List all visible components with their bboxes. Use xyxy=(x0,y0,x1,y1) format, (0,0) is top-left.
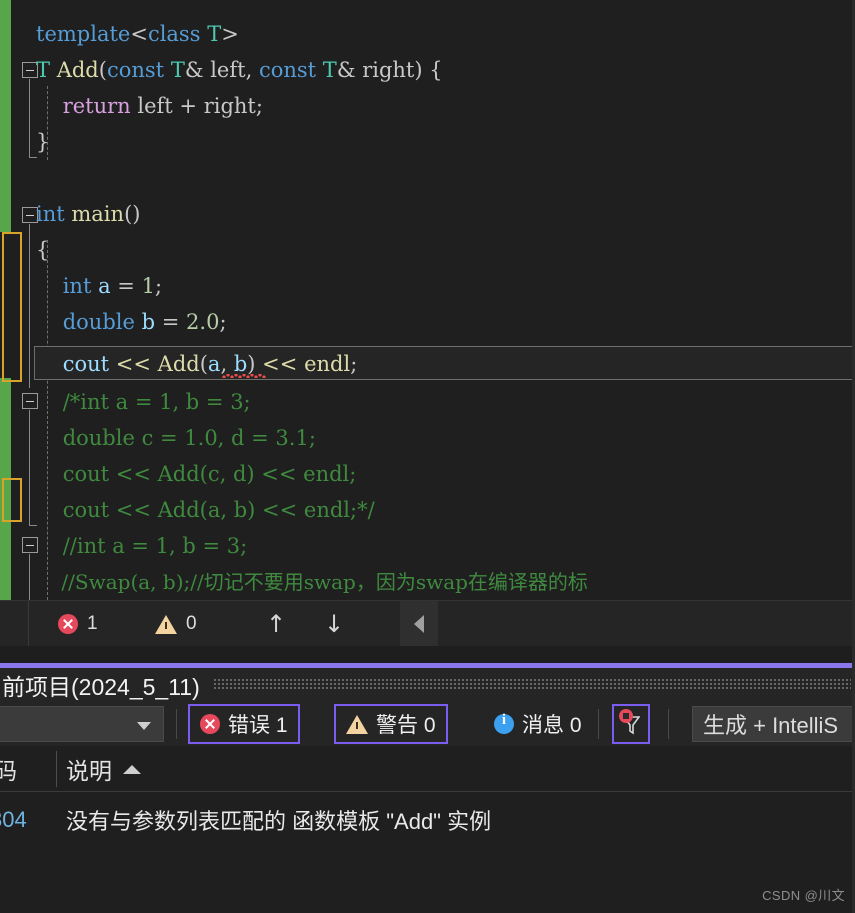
filter-button[interactable] xyxy=(612,704,650,744)
warnings-toggle-button[interactable]: 警告 0 xyxy=(334,704,448,744)
code-line[interactable]: //Swap(a, b);//切记不要用swap，因为swap在编译器的标 xyxy=(0,564,855,600)
error-list-panel-title[interactable]: 前项目(2024_5_11) xyxy=(0,668,855,702)
strip-divider xyxy=(28,601,29,647)
info-circle-icon xyxy=(494,712,514,734)
row-error-code: 304 xyxy=(0,807,27,832)
errors-toggle-button[interactable]: 错误 1 xyxy=(188,704,300,744)
warning-count-label: 0 xyxy=(186,613,197,634)
panel-drag-grip[interactable] xyxy=(213,679,851,691)
code-line[interactable]: //int a = 1, b = 3; xyxy=(0,528,855,564)
warning-count-indicator[interactable]: 0 xyxy=(155,601,197,647)
code-line[interactable]: T Add(const T& left, const T& right) { xyxy=(0,52,855,88)
code-line[interactable]: template<class T> xyxy=(0,16,855,52)
column-header-code-label: 码 xyxy=(0,758,17,784)
scope-filter-combobox[interactable] xyxy=(0,706,164,742)
code-line[interactable]: /*int a = 1, b = 3; xyxy=(0,384,855,420)
row-description: 没有与参数列表匹配的 函数模板 "Add" 实例 xyxy=(66,809,492,834)
build-scope-label: 生成 + IntelliS xyxy=(703,713,839,738)
column-header-description[interactable]: 说明 xyxy=(66,746,141,792)
column-header-description-label: 说明 xyxy=(66,758,112,784)
errors-toggle-label: 错误 1 xyxy=(228,714,288,737)
error-count-indicator[interactable]: 1 xyxy=(58,601,98,647)
code-line[interactable]: double b = 2.0; xyxy=(0,304,855,340)
panel-title-label: 前项目(2024_5_11) xyxy=(2,674,200,700)
build-scope-combobox[interactable]: 生成 + IntelliS xyxy=(692,706,855,742)
code-line[interactable]: cout << Add(a, b) << endl; xyxy=(0,346,855,382)
error-circle-icon xyxy=(58,614,78,634)
filter-active-badge xyxy=(619,709,633,723)
warning-triangle-icon xyxy=(346,714,368,734)
code-editor[interactable]: template<class T> T Add(const T& left, c… xyxy=(0,0,855,600)
code-line[interactable]: int a = 1; xyxy=(0,268,855,304)
code-line[interactable]: double c = 1.0, d = 3.1; xyxy=(0,420,855,456)
chevron-down-icon xyxy=(137,722,151,730)
next-error-button[interactable]: ↓ xyxy=(313,601,355,647)
sort-ascending-icon xyxy=(123,764,141,774)
previous-error-button[interactable]: ↑ xyxy=(255,601,297,647)
code-line[interactable]: cout << Add(a, b) << endl;*/ xyxy=(0,492,855,528)
code-text-layer[interactable]: template<class T> T Add(const T& left, c… xyxy=(0,0,855,600)
error-squiggle xyxy=(222,374,266,378)
code-line[interactable]: { xyxy=(0,232,855,268)
error-navigation-strip[interactable]: 1 0 ↑ ↓ xyxy=(0,600,855,647)
column-divider[interactable] xyxy=(56,751,57,787)
warning-triangle-icon xyxy=(155,614,177,634)
code-line[interactable]: cout << Add(c, d) << endl; xyxy=(0,456,855,492)
code-line[interactable]: return left + right; xyxy=(0,88,855,124)
column-header-code[interactable]: 码 xyxy=(0,746,17,792)
panel-gap xyxy=(0,646,855,663)
error-list-rows[interactable]: 304 没有与参数列表匹配的 函数模板 "Add" 实例 xyxy=(0,792,855,913)
warnings-toggle-label: 警告 0 xyxy=(376,714,436,737)
error-list-toolbar[interactable]: 错误 1 警告 0 消息 0 生成 + IntelliS xyxy=(0,702,855,746)
code-line[interactable]: } xyxy=(0,124,855,160)
collapse-left-icon xyxy=(414,615,424,633)
error-list-column-headers[interactable]: 码 说明 xyxy=(0,746,855,792)
messages-toggle-label: 消息 0 xyxy=(522,714,582,737)
watermark-label: CSDN @川文 xyxy=(762,888,845,903)
filter-funnel-icon xyxy=(619,709,642,737)
toolbar-divider xyxy=(668,709,669,739)
error-circle-icon xyxy=(200,714,220,734)
toolbar-divider xyxy=(176,709,177,739)
collapse-panel-button[interactable] xyxy=(400,601,438,647)
messages-toggle-button[interactable]: 消息 0 xyxy=(482,704,594,744)
error-count-label: 1 xyxy=(87,613,98,634)
code-line[interactable]: int main() xyxy=(0,196,855,232)
table-row[interactable]: 304 没有与参数列表匹配的 函数模板 "Add" 实例 xyxy=(0,798,855,842)
toolbar-divider xyxy=(598,709,599,739)
